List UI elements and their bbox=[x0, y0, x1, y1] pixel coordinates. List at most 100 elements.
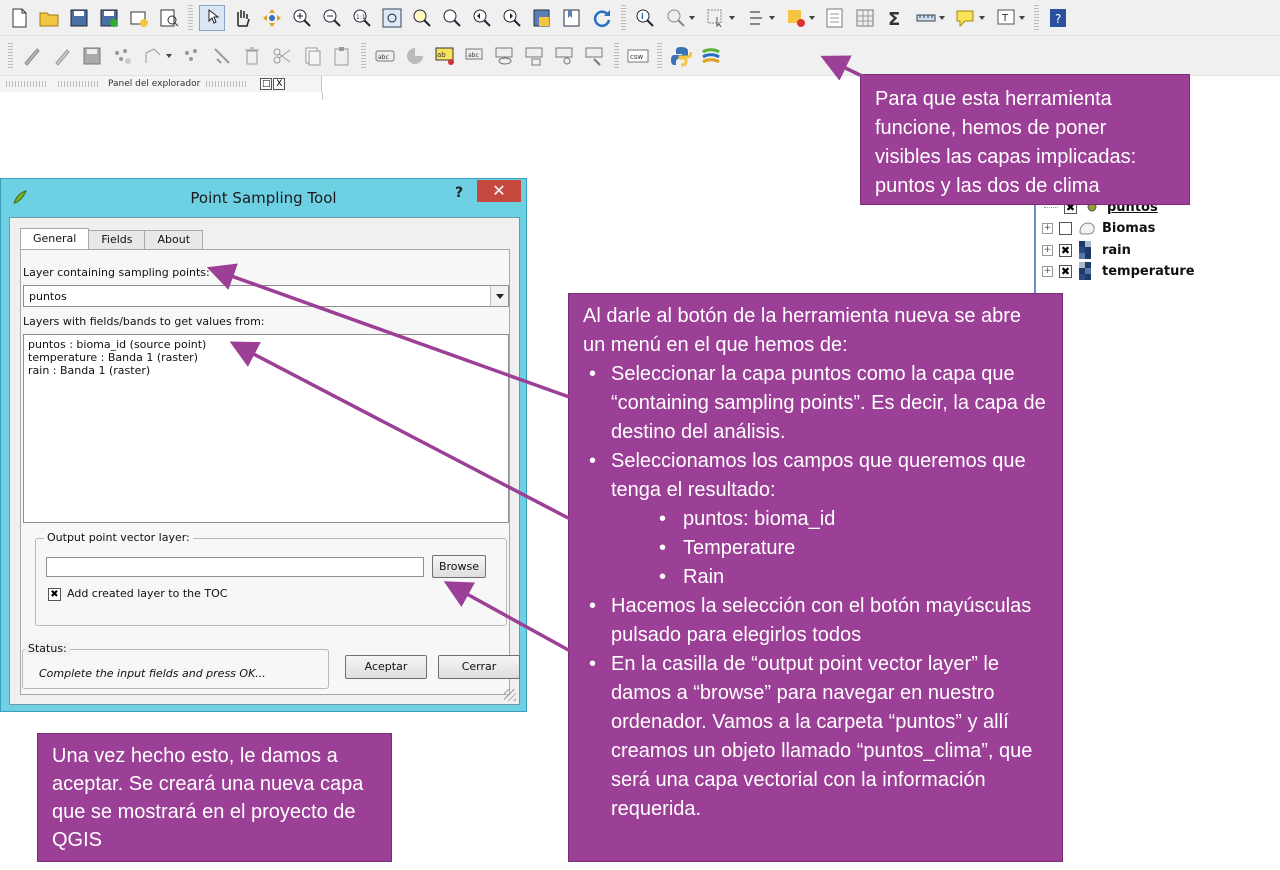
open-folder-icon[interactable] bbox=[36, 5, 62, 31]
svg-text:abc: abc bbox=[378, 54, 389, 61]
new-file-icon[interactable] bbox=[6, 5, 32, 31]
divider bbox=[322, 92, 323, 100]
zoom-to-layer-icon[interactable] bbox=[439, 5, 465, 31]
float-panel-button[interactable]: □ bbox=[260, 78, 273, 90]
touch-select-icon[interactable] bbox=[199, 4, 225, 31]
status-text: Complete the input fields and press OK..… bbox=[39, 667, 266, 680]
move-feature-icon[interactable] bbox=[139, 43, 175, 69]
new-print-composer-icon[interactable] bbox=[126, 5, 152, 31]
layer-name: temperature bbox=[1102, 263, 1195, 279]
rotate-label-icon[interactable] bbox=[522, 43, 548, 69]
close-panel-button[interactable]: X bbox=[273, 78, 286, 90]
text-annotation-icon[interactable]: T bbox=[992, 5, 1028, 31]
show-bookmarks-icon[interactable] bbox=[559, 5, 585, 31]
paste-features-icon[interactable] bbox=[299, 43, 325, 69]
current-edits-icon[interactable] bbox=[19, 43, 45, 69]
save-icon[interactable] bbox=[66, 5, 92, 31]
new-bookmark-icon[interactable] bbox=[529, 5, 555, 31]
zoom-to-selection-icon[interactable] bbox=[409, 5, 435, 31]
copy-features-icon[interactable] bbox=[269, 43, 295, 69]
dock-grip[interactable] bbox=[58, 81, 98, 87]
layer-item-rain[interactable]: + ✖ rain bbox=[1036, 240, 1131, 260]
move-label-icon[interactable]: abc bbox=[462, 43, 488, 69]
field-calculator-icon[interactable] bbox=[852, 5, 878, 31]
expand-icon[interactable]: + bbox=[1042, 222, 1053, 234]
tab-about[interactable]: About bbox=[144, 230, 204, 249]
callout-sub-bullet: Temperature bbox=[583, 534, 1048, 563]
help-button[interactable]: ? bbox=[455, 185, 463, 201]
tab-fields[interactable]: Fields bbox=[88, 230, 146, 249]
identify-icon[interactable]: i bbox=[632, 5, 658, 31]
layer-item-biomas[interactable]: + Biomas bbox=[1036, 218, 1155, 238]
cut-features-icon[interactable] bbox=[239, 43, 265, 69]
node-tool-icon[interactable] bbox=[179, 43, 205, 69]
svg-text:i: i bbox=[641, 12, 644, 21]
deselect-icon[interactable] bbox=[742, 5, 778, 31]
output-layer-label: Output point vector layer: bbox=[44, 531, 193, 544]
dock-grip[interactable] bbox=[6, 81, 46, 87]
add-feature-icon[interactable] bbox=[109, 43, 135, 69]
pan-to-selection-icon[interactable] bbox=[259, 5, 285, 31]
layer-visibility-checkbox[interactable]: ✖ bbox=[1059, 264, 1072, 278]
toggle-editing-icon[interactable] bbox=[49, 43, 75, 69]
toolbar-separator bbox=[1034, 4, 1039, 31]
map-tips-icon[interactable] bbox=[662, 5, 698, 31]
zoom-full-icon[interactable] bbox=[379, 5, 405, 31]
list-item[interactable]: rain : Banda 1 (raster) bbox=[28, 364, 504, 377]
zoom-next-icon[interactable] bbox=[499, 5, 525, 31]
output-layer-field[interactable] bbox=[46, 557, 424, 577]
select-features-icon[interactable] bbox=[702, 5, 738, 31]
dock-grip[interactable] bbox=[206, 81, 247, 87]
pin-labels-icon[interactable] bbox=[402, 43, 428, 69]
python-console-icon[interactable] bbox=[668, 43, 694, 69]
tab-panel: Layer containing sampling points: puntos… bbox=[20, 249, 510, 695]
add-to-toc-checkbox[interactable]: ✖ bbox=[48, 588, 61, 601]
list-item[interactable]: temperature : Banda 1 (raster) bbox=[28, 351, 504, 364]
help-icon[interactable]: ? bbox=[1045, 5, 1071, 31]
tab-bar: General Fields About bbox=[20, 228, 204, 249]
sampling-layer-select[interactable]: puntos bbox=[23, 285, 509, 307]
resize-grip[interactable] bbox=[504, 689, 516, 701]
change-label-icon[interactable] bbox=[552, 43, 578, 69]
save-as-icon[interactable] bbox=[96, 5, 122, 31]
pan-hand-icon[interactable] bbox=[229, 5, 255, 31]
dialog-titlebar[interactable]: Point Sampling Tool ? ✕ bbox=[1, 179, 526, 217]
label-icon[interactable]: abc bbox=[372, 43, 398, 69]
browse-button[interactable]: Browse bbox=[432, 555, 486, 578]
statistics-icon[interactable] bbox=[822, 5, 848, 31]
measure-icon[interactable] bbox=[912, 5, 948, 31]
point-sampling-tool-icon[interactable] bbox=[698, 43, 724, 69]
annotation-icon[interactable] bbox=[952, 5, 988, 31]
refresh-icon[interactable] bbox=[589, 5, 615, 31]
layer-item-temperature[interactable]: + ✖ temperature bbox=[1036, 261, 1195, 281]
highlight-labels-icon[interactable]: ab bbox=[432, 43, 458, 69]
expand-icon[interactable]: + bbox=[1042, 244, 1053, 256]
add-to-toc-label: Add created layer to the TOC bbox=[67, 587, 228, 600]
zoom-out-icon[interactable] bbox=[319, 5, 345, 31]
sum-icon[interactable]: Σ bbox=[882, 5, 908, 31]
tab-general[interactable]: General bbox=[20, 228, 90, 249]
zoom-last-icon[interactable] bbox=[469, 5, 495, 31]
expand-icon[interactable]: + bbox=[1042, 265, 1053, 277]
label-properties-icon[interactable] bbox=[582, 43, 608, 69]
accept-button[interactable]: Aceptar bbox=[345, 655, 427, 679]
zoom-native-icon[interactable]: 1:1 bbox=[349, 5, 375, 31]
status-label: Status: bbox=[25, 642, 70, 655]
layer-visibility-checkbox[interactable] bbox=[1059, 221, 1072, 235]
composer-manager-icon[interactable] bbox=[156, 5, 182, 31]
csw-icon[interactable]: csw bbox=[625, 43, 651, 69]
delete-selected-icon[interactable] bbox=[209, 43, 235, 69]
attribute-table-icon[interactable] bbox=[782, 5, 818, 31]
sampling-layer-value: puntos bbox=[29, 290, 67, 303]
fields-list[interactable]: puntos : bioma_id (source point) tempera… bbox=[23, 334, 509, 523]
cancel-button[interactable]: Cerrar bbox=[438, 655, 520, 679]
clipboard-icon[interactable] bbox=[329, 43, 355, 69]
toolbar-separator bbox=[657, 42, 662, 69]
zoom-in-icon[interactable] bbox=[289, 5, 315, 31]
list-item[interactable]: puntos : bioma_id (source point) bbox=[28, 338, 504, 351]
save-edits-icon[interactable] bbox=[79, 43, 105, 69]
show-hide-labels-icon[interactable] bbox=[492, 43, 518, 69]
layer-visibility-checkbox[interactable]: ✖ bbox=[1059, 243, 1072, 257]
chevron-down-icon[interactable] bbox=[490, 286, 508, 306]
close-button[interactable]: ✕ bbox=[477, 180, 521, 202]
